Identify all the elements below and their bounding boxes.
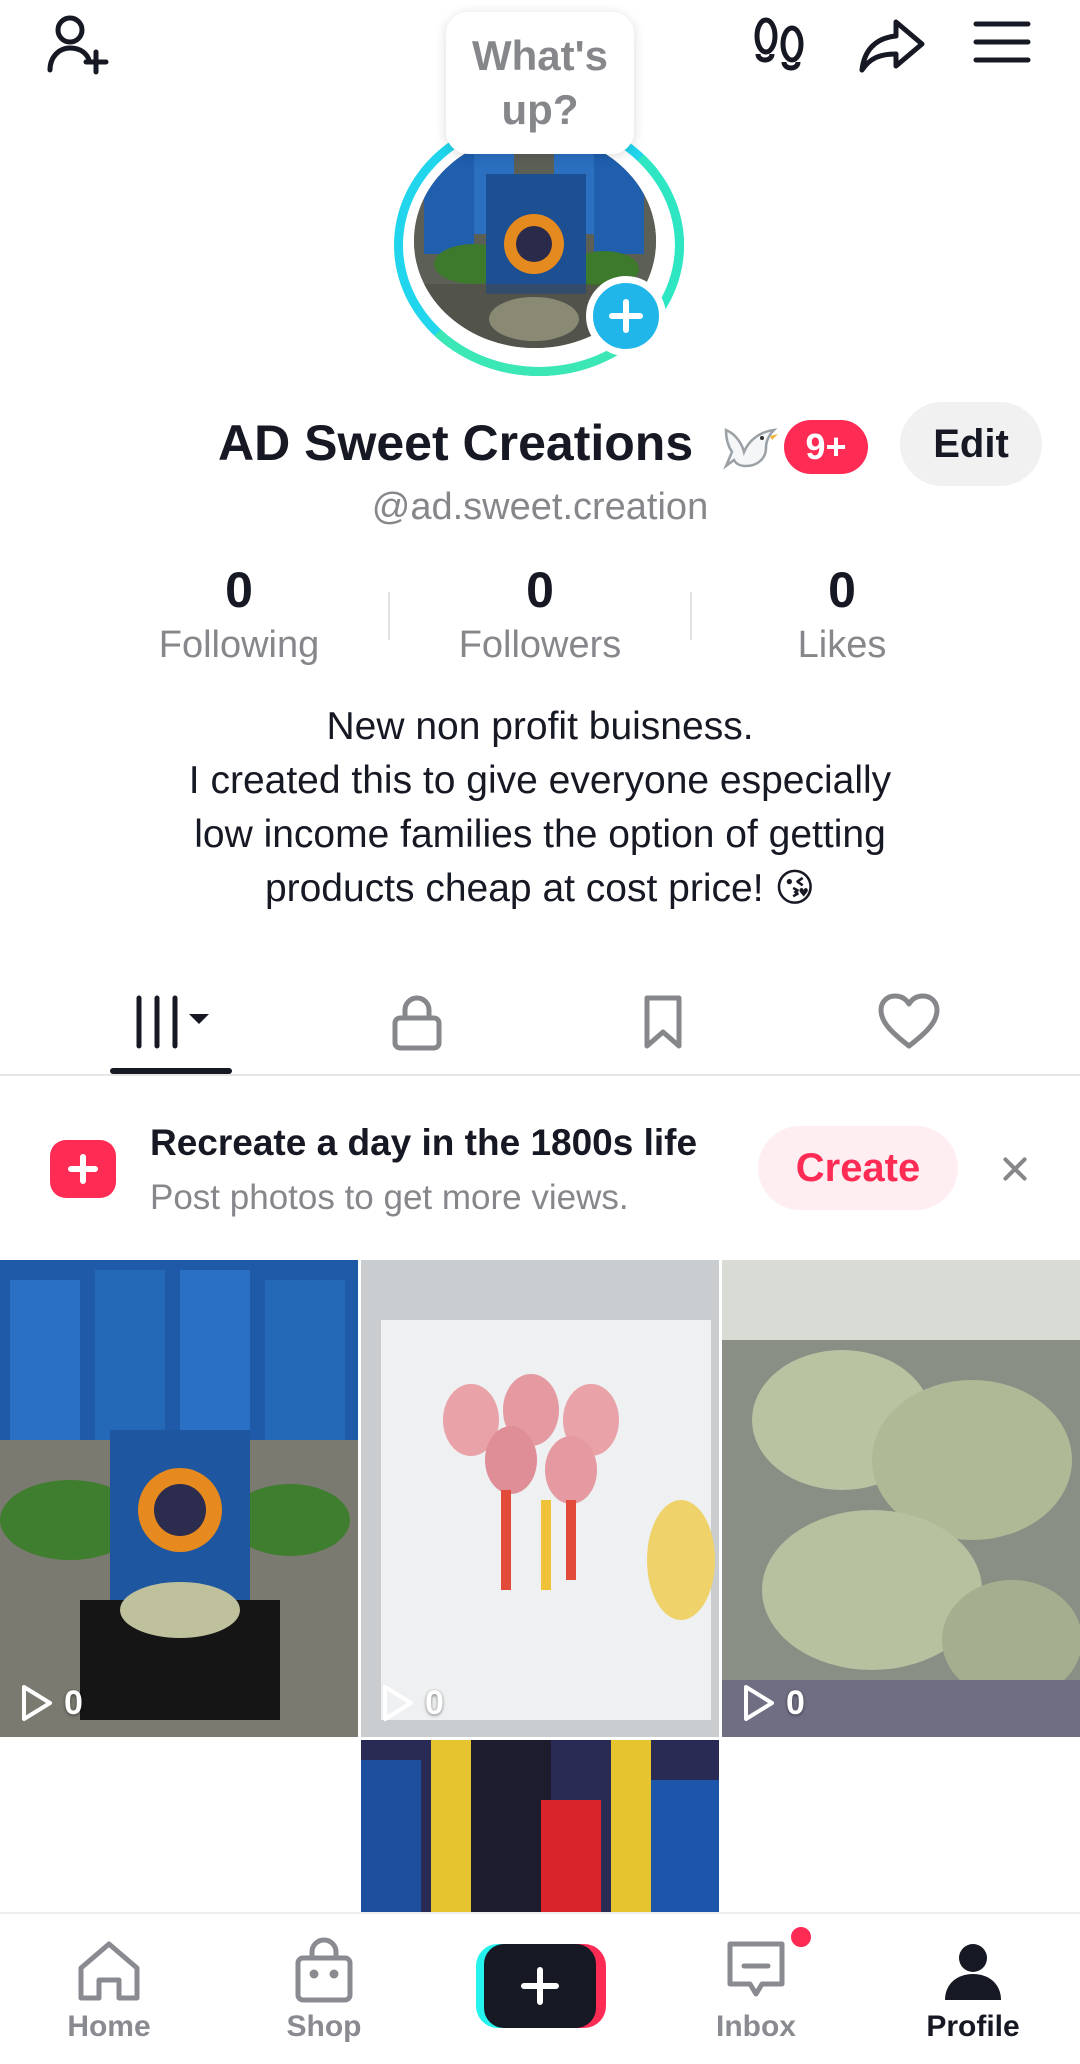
play-icon: [744, 1685, 774, 1721]
play-icon: [383, 1685, 413, 1721]
nav-profile-label: Profile: [926, 2010, 1020, 2043]
nav-home[interactable]: Home: [29, 1934, 189, 2054]
video-tile[interactable]: [361, 1740, 719, 1912]
video-tile[interactable]: 0: [722, 1260, 1080, 1737]
likes-label: Likes: [797, 624, 887, 666]
tab-favorites[interactable]: [563, 970, 763, 1074]
profile-bio: New non profit buisness. I created this …: [60, 700, 1020, 916]
share-icon[interactable]: [852, 4, 932, 84]
inbox-notification-dot: [788, 1924, 814, 1950]
nav-shop[interactable]: Shop: [244, 1934, 404, 2054]
add-story-button[interactable]: [586, 276, 666, 356]
stat-following[interactable]: 0 Following: [99, 560, 379, 670]
username: @ad.sweet.creation: [371, 486, 709, 528]
notification-badge[interactable]: 9+: [784, 420, 868, 474]
view-count-value: 0: [64, 1683, 83, 1722]
play-icon: [22, 1685, 52, 1721]
private-lock-icon: [392, 995, 442, 1051]
stat-likes[interactable]: 0 Likes: [702, 560, 982, 670]
video-thumbnail: [361, 1740, 719, 1912]
followers-label: Followers: [458, 624, 622, 666]
bio-line: New non profit buisness.: [326, 705, 754, 748]
following-label: Following: [158, 624, 320, 666]
bottom-nav: Home Shop Inbox Profile: [0, 1912, 1080, 2064]
shopping-bag-icon: [295, 1937, 353, 2003]
nav-inbox-label: Inbox: [716, 2010, 796, 2043]
nav-shop-label: Shop: [286, 2010, 362, 2043]
plus-icon: [484, 1944, 596, 2028]
video-grid: 0 0 0: [0, 1260, 1080, 1912]
menu-icon[interactable]: [962, 2, 1042, 82]
display-name: AD Sweet Creations: [218, 415, 694, 471]
followers-count: 0: [526, 562, 554, 618]
profile-person-icon: [945, 1944, 1001, 2000]
bio-line: products cheap at cost price! 😘: [264, 867, 816, 910]
nav-inbox[interactable]: Inbox: [676, 1934, 836, 2054]
create-button[interactable]: Create: [758, 1126, 958, 1210]
video-thumbnail: [722, 1260, 1080, 1737]
likes-count: 0: [828, 562, 856, 618]
view-count-value: 0: [425, 1683, 444, 1722]
name-row: AD Sweet Creations 9+ Edit: [0, 400, 1080, 490]
stat-divider: [388, 592, 390, 640]
stat-followers[interactable]: 0 Followers: [400, 560, 680, 670]
video-tile[interactable]: 0: [0, 1260, 358, 1737]
video-thumbnail: [0, 1260, 358, 1737]
edit-profile-button[interactable]: Edit: [900, 402, 1042, 486]
content-tabs: [0, 970, 1080, 1076]
bio-line: I created this to give everyone especial…: [188, 759, 892, 802]
view-count: 0: [379, 1683, 444, 1723]
tab-videos[interactable]: [71, 970, 271, 1074]
create-video-button[interactable]: [476, 1944, 606, 2028]
nav-home-label: Home: [67, 2010, 151, 2043]
inbox-message-icon: [727, 1941, 785, 1997]
favorites-bookmark-icon: [644, 995, 682, 1049]
dove-icon: [723, 428, 778, 470]
nav-profile[interactable]: Profile: [893, 1934, 1053, 2054]
videos-grid-icon: [136, 995, 209, 1049]
view-count-value: 0: [786, 1683, 805, 1722]
video-thumbnail: [361, 1260, 719, 1737]
home-icon: [78, 1941, 140, 2001]
view-count: 0: [740, 1683, 805, 1723]
close-icon[interactable]: [990, 1144, 1040, 1194]
view-count: 0: [18, 1683, 83, 1723]
footprints-icon[interactable]: [740, 4, 820, 84]
bio-line: low income families the option of gettin…: [194, 813, 886, 856]
status-bubble[interactable]: What's up?: [446, 12, 634, 154]
add-friend-icon[interactable]: [38, 4, 118, 84]
tab-private[interactable]: [317, 970, 517, 1074]
video-tile[interactable]: 0: [361, 1260, 719, 1737]
following-count: 0: [225, 562, 253, 618]
promo-banner: Recreate a day in the 1800s life Post ph…: [0, 1100, 1080, 1238]
liked-heart-icon: [878, 993, 940, 1049]
profile-stats: 0 Following 0 Followers 0 Likes: [0, 560, 1080, 670]
promo-add-icon: [50, 1140, 116, 1198]
stat-divider: [690, 592, 692, 640]
promo-title: Recreate a day in the 1800s life: [150, 1122, 698, 1163]
tab-liked[interactable]: [809, 970, 1009, 1074]
promo-subtitle: Post photos to get more views.: [150, 1178, 629, 1217]
active-tab-indicator: [110, 1068, 232, 1074]
